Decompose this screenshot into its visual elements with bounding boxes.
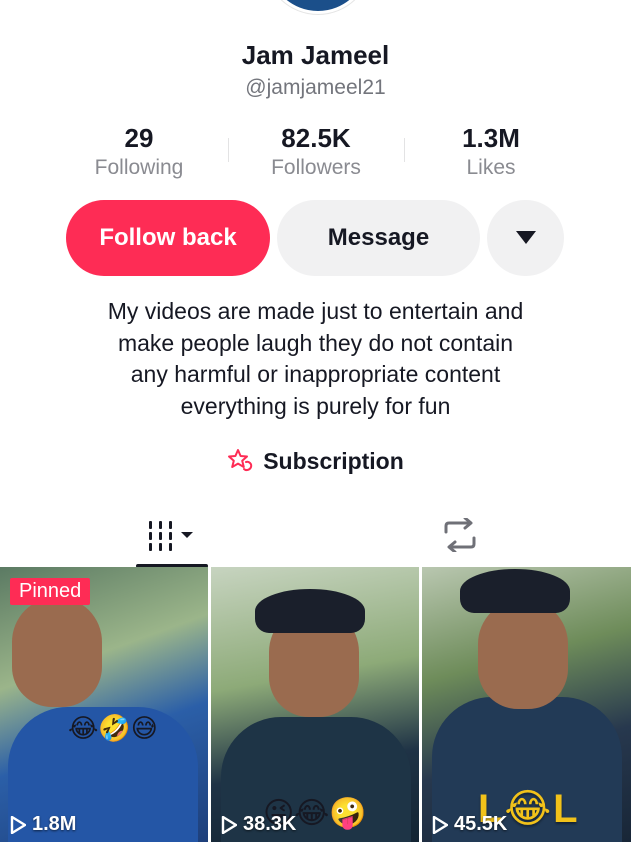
pinned-badge: Pinned <box>10 578 91 605</box>
caret-down-icon <box>515 231 536 244</box>
play-icon <box>10 815 26 834</box>
repost-icon <box>444 518 476 552</box>
tab-reposts[interactable] <box>420 505 500 565</box>
video-view-count: 1.8M <box>10 813 76 836</box>
username: @jamjameel21 <box>245 76 386 99</box>
profile-avatar[interactable] <box>265 0 371 14</box>
view-count-value: 1.8M <box>32 813 77 835</box>
stat-following-label: Following <box>94 156 184 179</box>
play-icon <box>432 815 448 834</box>
view-count-value: 38.3K <box>243 813 297 835</box>
subscription-label: Subscription <box>263 447 404 474</box>
bio-line: everything is purely for fun <box>180 392 451 419</box>
video-view-count: 38.3K <box>221 813 296 836</box>
emoji-overlay: 😂🤣😅 <box>68 713 158 743</box>
video-thumbnail-image <box>255 589 365 633</box>
subscription-star-icon <box>228 449 253 472</box>
stat-likes-label: Likes <box>466 156 516 179</box>
bio-line: My videos are made just to entertain and <box>107 298 524 324</box>
profile-bio: My videos are made just to entertain and… <box>40 296 591 422</box>
video-grid: Pinned 😂🤣😅 1.8M 😜😂🤪 38.3K L😂L 45.5K <box>0 567 631 842</box>
video-thumbnail[interactable]: 😜😂🤪 38.3K <box>211 567 419 842</box>
stat-followers[interactable]: 82.5K Followers <box>228 122 404 182</box>
follow-back-button[interactable]: Follow back <box>66 200 270 276</box>
more-options-button[interactable] <box>487 200 564 276</box>
profile-stats: 29 Following 82.5K Followers 1.3M Likes <box>0 122 631 182</box>
video-thumbnail-image <box>12 597 102 707</box>
video-thumbnail-image <box>478 599 568 709</box>
stat-likes[interactable]: 1.3M Likes <box>403 122 579 182</box>
stat-followers-label: Followers <box>271 156 361 179</box>
stat-following-value: 29 <box>124 123 154 153</box>
view-count-value: 45.5K <box>454 813 508 835</box>
videos-grid-icon <box>149 521 193 551</box>
video-thumbnail[interactable]: L😂L 45.5K <box>422 567 631 842</box>
display-name: Jam Jameel <box>241 40 390 70</box>
bio-line: any harmful or inappropriate content <box>130 361 501 387</box>
content-tabs <box>0 505 631 568</box>
message-button[interactable]: Message <box>277 200 480 276</box>
stat-followers-value: 82.5K <box>281 123 351 153</box>
bio-line: make people laugh they do not contain <box>117 329 514 356</box>
tab-videos[interactable] <box>136 505 208 565</box>
video-view-count: 45.5K <box>432 813 507 836</box>
video-thumbnail[interactable]: Pinned 😂🤣😅 1.8M <box>0 567 208 842</box>
subscription-link[interactable]: Subscription <box>0 444 631 478</box>
stat-following[interactable]: 29 Following <box>51 122 227 182</box>
video-thumbnail-image <box>460 569 570 613</box>
stat-likes-value: 1.3M <box>462 123 520 153</box>
play-icon <box>221 815 237 834</box>
